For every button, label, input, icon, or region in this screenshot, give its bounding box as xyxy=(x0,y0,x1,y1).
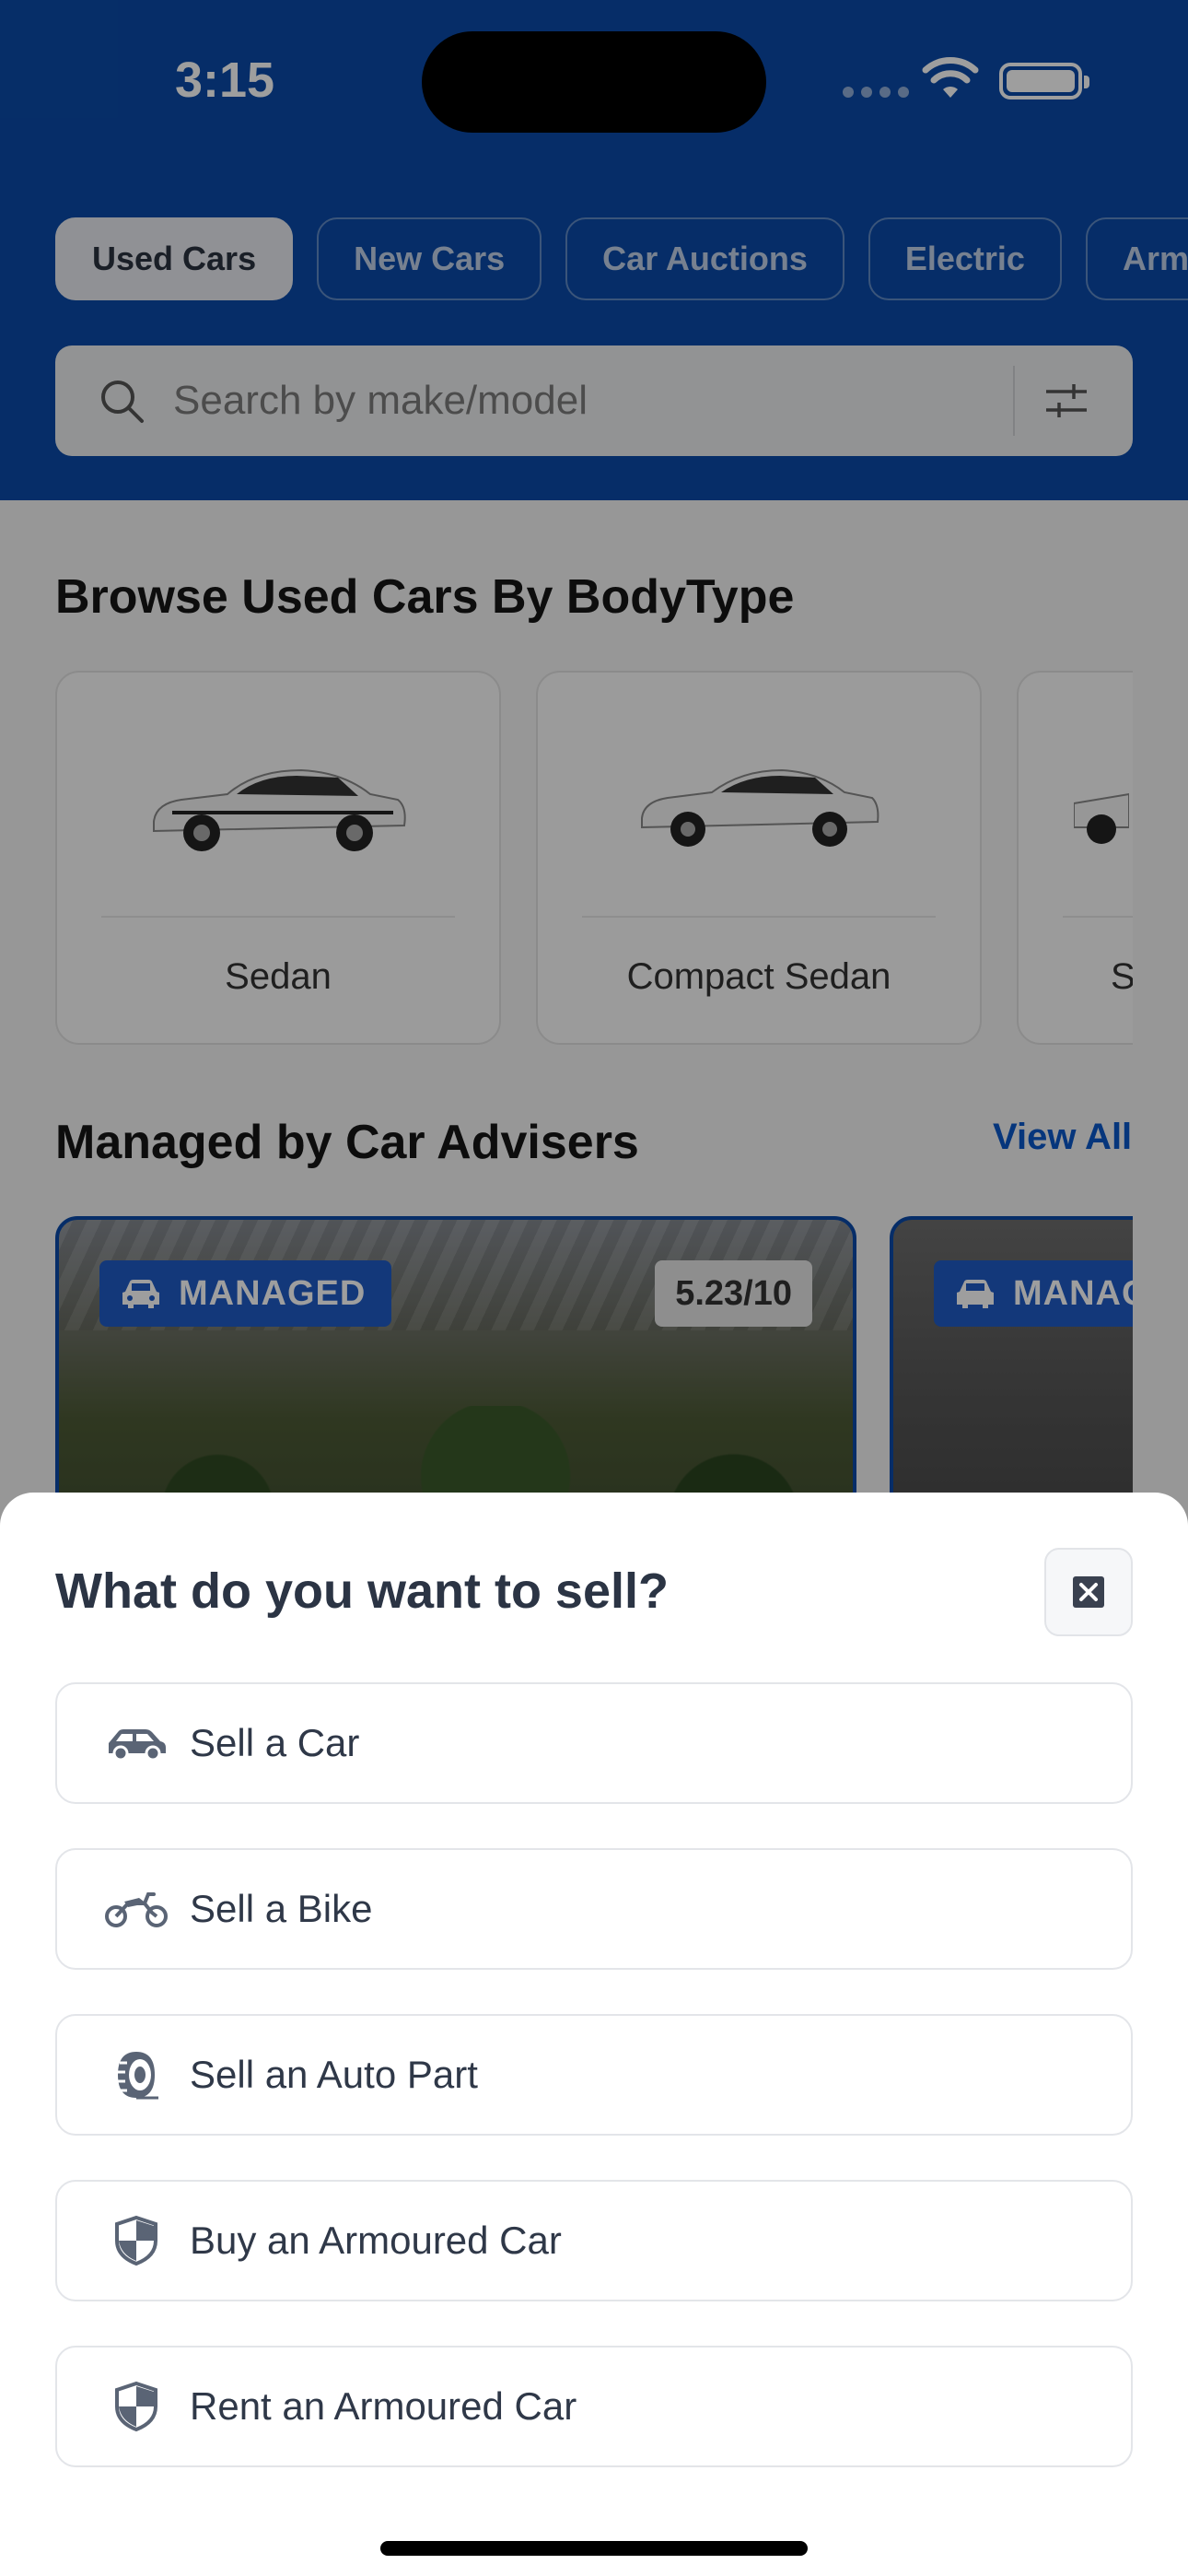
close-icon xyxy=(1073,1576,1104,1608)
motorbike-icon xyxy=(105,1892,168,1927)
shield-icon xyxy=(115,2215,157,2266)
close-button[interactable] xyxy=(1044,1548,1133,1636)
rent-armoured-car-option[interactable]: Rent an Armoured Car xyxy=(55,2346,1133,2467)
option-label: Sell a Bike xyxy=(190,1887,373,1930)
shield-icon xyxy=(115,2381,157,2432)
buy-armoured-car-option[interactable]: Buy an Armoured Car xyxy=(55,2180,1133,2301)
option-label: Rent an Armoured Car xyxy=(190,2384,577,2428)
home-indicator[interactable] xyxy=(380,2541,808,2556)
tire-icon xyxy=(118,2052,158,2100)
option-label: Buy an Armoured Car xyxy=(190,2219,562,2262)
option-label: Sell a Car xyxy=(190,1721,360,1764)
option-label: Sell an Auto Part xyxy=(190,2053,478,2096)
sheet-title: What do you want to sell? xyxy=(55,1563,669,1619)
car-icon xyxy=(109,1729,166,1762)
sell-options-sheet: What do you want to sell? Sell a Car Sel… xyxy=(0,1493,1188,2576)
sell-auto-part-option[interactable]: Sell an Auto Part xyxy=(55,2014,1133,2136)
sell-bike-option[interactable]: Sell a Bike xyxy=(55,1848,1133,1970)
sell-car-option[interactable]: Sell a Car xyxy=(55,1682,1133,1804)
